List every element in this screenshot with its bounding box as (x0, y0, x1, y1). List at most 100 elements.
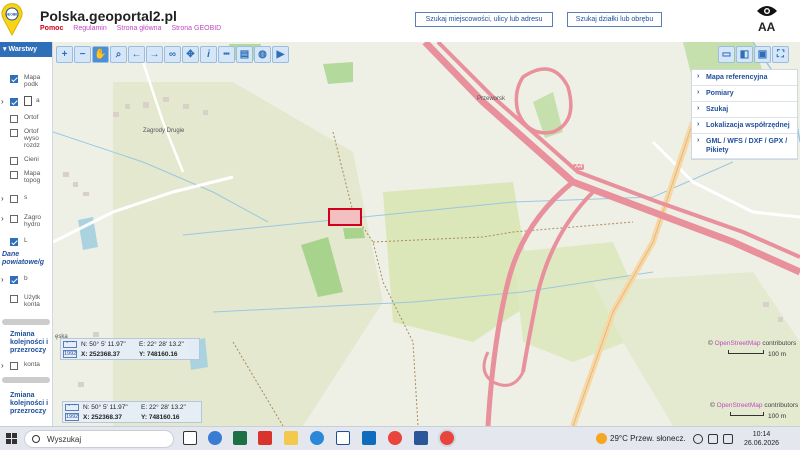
zoom-in-icon[interactable]: + (56, 46, 73, 63)
menu-item-reference-map[interactable]: Mapa referencyjna (692, 70, 797, 86)
coordinate-readout: ° ' " 1992 N: 50° 5' 11.97" E: 22° 28' 1… (60, 338, 200, 360)
layer-row: › a (0, 95, 52, 109)
layer-row: Mapa podk (0, 72, 52, 88)
chevron-right-icon[interactable]: › (1, 214, 4, 223)
nav-link-geobid[interactable]: Strona GEOBID (171, 25, 221, 32)
layout-split-icon[interactable]: ◧ (736, 46, 753, 63)
layer-checkbox[interactable] (10, 75, 18, 83)
selected-parcel[interactable] (328, 208, 362, 226)
crs-toggle[interactable]: 1992 (63, 350, 77, 358)
chrome-icon[interactable] (388, 431, 402, 445)
nav-link-regulamin[interactable]: Regulamin (73, 25, 106, 32)
interchange-ramp (482, 351, 525, 387)
menu-item-measure[interactable]: Pomiary (692, 86, 797, 102)
crs-toggle[interactable]: 1992 (65, 413, 79, 421)
geobid-logo[interactable]: GEOBID (0, 2, 24, 36)
layer-row: › b (0, 273, 52, 287)
panel-toggle-icon[interactable]: ▭ (718, 46, 735, 63)
layer-checkbox[interactable] (10, 129, 18, 137)
video-camera-icon[interactable]: ▶ (272, 46, 289, 63)
eye-icon[interactable] (756, 4, 778, 18)
header: GEOBID Polska.geoportal2.pl Pomoc Regula… (0, 0, 800, 42)
task-view-icon[interactable] (183, 431, 197, 445)
layer-checkbox[interactable] (10, 276, 18, 284)
full-extent-icon[interactable]: ✥ (182, 46, 199, 63)
layer-row: Cieni (0, 154, 52, 168)
layers-header[interactable]: ▾ Warstwy (0, 42, 52, 57)
chrome-icon-active[interactable] (440, 431, 454, 445)
dms-format-toggle[interactable]: ° ' " (65, 404, 79, 411)
pdf-icon[interactable] (258, 431, 272, 445)
menu-item-search[interactable]: Szukaj (692, 102, 797, 118)
search-parcel-button[interactable]: Szukaj działki lub obrębu (567, 12, 662, 27)
nav-link-pomoc[interactable]: Pomoc (40, 25, 63, 32)
measure-ruler-icon[interactable]: ┅ (218, 46, 235, 63)
coord-x: X: 252368.37 (83, 414, 123, 421)
save-icon[interactable]: ▣ (754, 46, 771, 63)
layer-label: Mapa topog (24, 170, 41, 184)
map-canvas[interactable] (53, 42, 800, 426)
excel-icon[interactable] (233, 431, 247, 445)
weather-sun-icon[interactable] (596, 433, 607, 444)
layer-row: Ortof wyso rozdz (0, 126, 52, 149)
layer-checkbox[interactable] (10, 295, 18, 303)
osm-link[interactable]: OpenStreetMap (715, 340, 761, 347)
word-icon[interactable] (414, 431, 428, 445)
edge-icon[interactable] (310, 431, 324, 445)
search-input[interactable]: Wyszukaj (47, 435, 81, 444)
menu-item-coordinate[interactable]: Lokalizacja współrzędnej (692, 118, 797, 134)
layer-checkbox[interactable] (10, 215, 18, 223)
file-explorer-icon[interactable] (284, 431, 298, 445)
layer-label: a (36, 97, 40, 104)
search-address-button[interactable]: Szukaj miejscowości, ulicy lub adresu (415, 12, 553, 27)
system-tray-icon[interactable] (693, 434, 703, 444)
layers-scrollbar[interactable] (2, 377, 50, 383)
layer-label: konta (24, 361, 40, 368)
link-icon[interactable]: ∞ (164, 46, 181, 63)
zoom-box-icon[interactable]: ⌕ (110, 46, 127, 63)
scale-label: 100 m (768, 413, 787, 420)
layer-checkbox[interactable] (10, 362, 18, 370)
order-link[interactable]: Zmiana kolejności i przezroczy (10, 392, 50, 416)
weather-widget[interactable]: 29°C Przew. słonecz. (610, 434, 686, 443)
volume-icon[interactable] (723, 434, 733, 444)
nav-link-home[interactable]: Strona główna (117, 25, 162, 32)
map-attribution: © OpenStreetMap contributors (708, 340, 797, 347)
document-icon[interactable] (24, 96, 32, 106)
outlook-icon[interactable] (362, 431, 376, 445)
coordinate-readout: ° ' " 1992 N: 50° 5' 11.97" E: 22° 28' 1… (62, 401, 202, 423)
map-view[interactable]: Zagrody Drugie A4 Przeworsk ęska (53, 42, 800, 426)
windows-start-icon[interactable] (6, 433, 17, 444)
layer-checkbox[interactable] (10, 195, 18, 203)
fullscreen-icon[interactable]: ⛶ (772, 46, 789, 63)
forward-arrow-icon[interactable]: → (146, 46, 163, 63)
dms-format-toggle[interactable]: ° ' " (63, 341, 77, 348)
pan-hand-icon[interactable]: ✋ (92, 46, 109, 63)
chevron-right-icon[interactable]: › (1, 97, 4, 106)
layer-checkbox[interactable] (10, 115, 18, 123)
menu-item-export[interactable]: GML / WFS / DXF / GPX / Pikiety (692, 134, 797, 159)
network-icon[interactable] (708, 434, 718, 444)
layer-checkbox[interactable] (10, 157, 18, 165)
back-arrow-icon[interactable]: ← (128, 46, 145, 63)
chevron-right-icon[interactable]: › (1, 275, 4, 284)
layer-checkbox[interactable] (10, 171, 18, 179)
chevron-right-icon[interactable]: › (1, 194, 4, 203)
osm-link[interactable]: OpenStreetMap (717, 402, 763, 409)
site-title[interactable]: Polska.geoportal2.pl (40, 8, 177, 24)
meadow-area (383, 182, 533, 342)
order-link[interactable]: Zmiana kolejności i przezroczy (10, 331, 50, 355)
font-size-toggle[interactable]: AA (758, 20, 775, 34)
info-icon[interactable]: i (200, 46, 217, 63)
layer-checkbox[interactable] (10, 238, 18, 246)
taskbar-search[interactable]: Wyszukaj (24, 430, 174, 448)
layers-scrollbar[interactable] (2, 319, 50, 325)
chevron-right-icon[interactable]: › (1, 361, 4, 370)
vpn-icon[interactable] (336, 431, 350, 445)
globe-icon[interactable]: ◍ (254, 46, 271, 63)
zoom-out-icon[interactable]: − (74, 46, 91, 63)
print-icon[interactable]: ▤ (236, 46, 253, 63)
layer-checkbox[interactable] (10, 98, 18, 106)
system-clock[interactable]: 10:14 26.06.2026 (744, 430, 779, 448)
app-icon[interactable] (208, 431, 222, 445)
